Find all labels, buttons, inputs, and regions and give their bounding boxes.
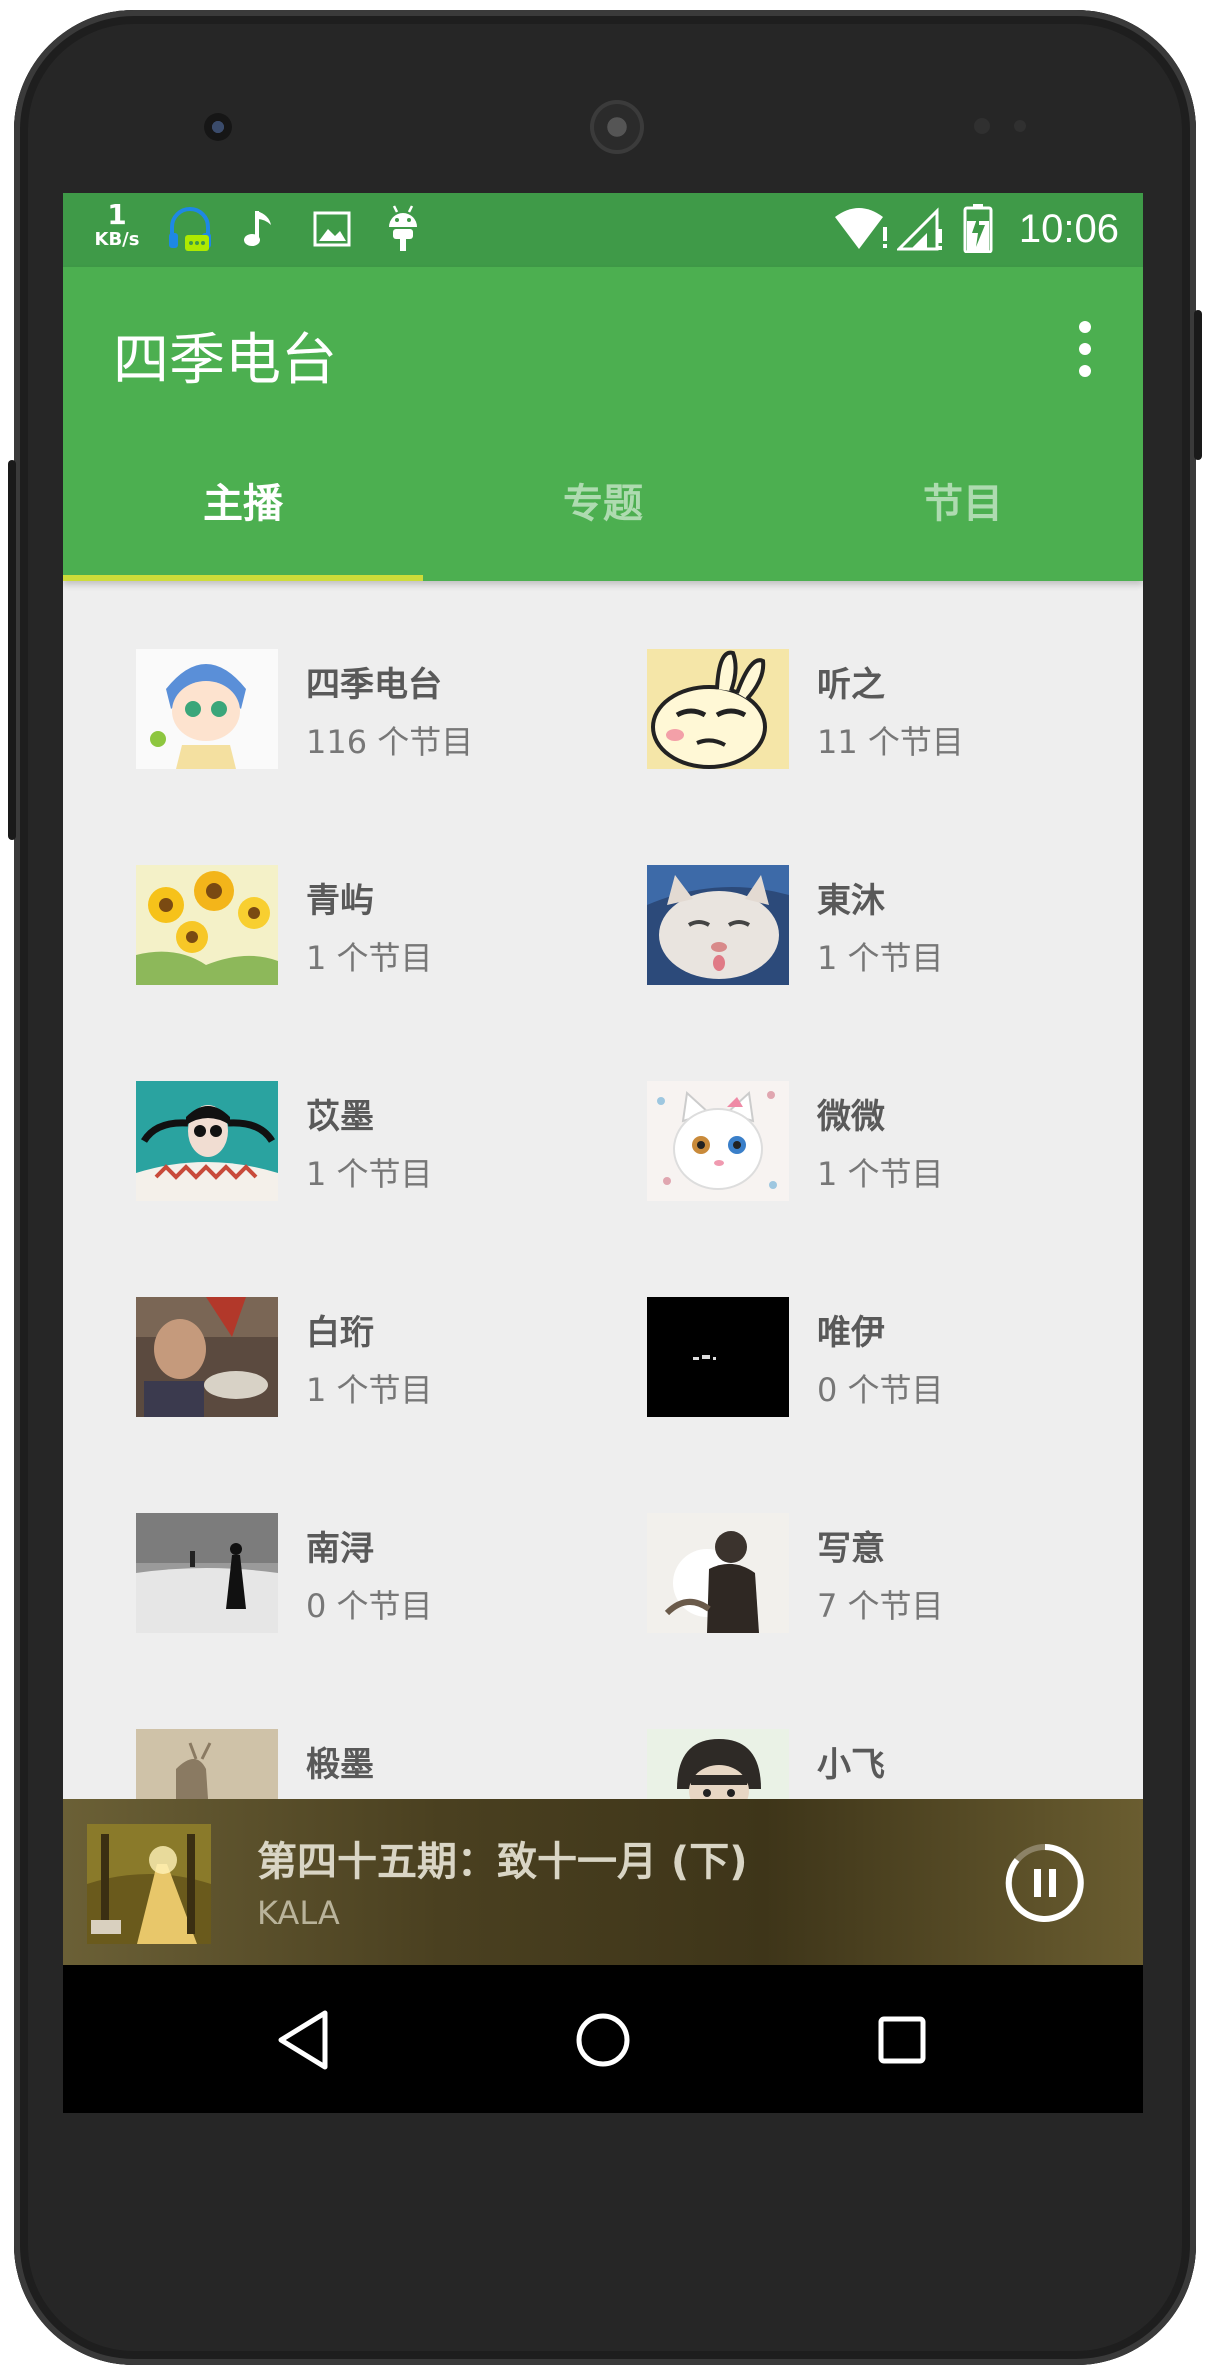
back-icon[interactable] bbox=[269, 2005, 339, 2075]
wifi-icon bbox=[835, 208, 887, 249]
music-note-icon bbox=[244, 211, 271, 246]
track-title: 第四十五期：致十一月 (下) bbox=[257, 1839, 748, 1885]
host-avatar bbox=[647, 1513, 789, 1633]
host-name: 苡墨 bbox=[306, 1097, 374, 1137]
host-name: 白珩 bbox=[306, 1313, 374, 1353]
host-card[interactable]: 唯伊 0 个节目 bbox=[647, 1297, 1127, 1437]
tab-bar: 主播 专题 节目 bbox=[63, 429, 1143, 581]
network-speed-value: 1 bbox=[107, 198, 127, 231]
host-name: 青屿 bbox=[306, 881, 374, 921]
host-program-count: 1 个节目 bbox=[306, 1371, 433, 1409]
album-art bbox=[87, 1824, 211, 1944]
volume-button bbox=[8, 460, 16, 840]
signal-icon bbox=[897, 207, 942, 251]
host-name: 小飞 bbox=[817, 1745, 885, 1785]
proximity-sensor bbox=[974, 118, 990, 134]
track-artist: KALA bbox=[257, 1894, 340, 1932]
host-avatar bbox=[647, 865, 789, 985]
tab-hosts[interactable]: 主播 bbox=[63, 429, 423, 581]
network-speed-unit: KB/s bbox=[94, 229, 140, 250]
mini-player[interactable]: 第四十五期：致十一月 (下) KALA bbox=[63, 1799, 1143, 1965]
host-name: 听之 bbox=[817, 665, 885, 705]
host-avatar bbox=[136, 649, 278, 769]
recents-icon[interactable] bbox=[867, 2005, 937, 2075]
host-card[interactable]: 四季电台 116 个节目 bbox=[136, 649, 616, 789]
host-program-count: 0 个节目 bbox=[306, 1587, 433, 1625]
host-name: 東沐 bbox=[817, 881, 885, 921]
host-avatar bbox=[647, 1081, 789, 1201]
front-camera bbox=[204, 113, 232, 141]
android-icon bbox=[389, 205, 417, 251]
host-avatar bbox=[647, 649, 789, 769]
host-card[interactable]: 東沐 1 个节目 bbox=[647, 865, 1127, 1005]
app-title: 四季电台 bbox=[113, 328, 337, 393]
host-card[interactable]: 苡墨 1 个节目 bbox=[136, 1081, 616, 1221]
status-bar: 1 KB/s 10:06 bbox=[63, 193, 1143, 267]
host-name: 唯伊 bbox=[817, 1313, 885, 1353]
host-card[interactable]: 白珩 1 个节目 bbox=[136, 1297, 616, 1437]
pause-icon[interactable] bbox=[1003, 1841, 1087, 1925]
tab-topics[interactable]: 专题 bbox=[423, 429, 783, 581]
host-card[interactable]: 听之 11 个节目 bbox=[647, 649, 1127, 789]
host-avatar bbox=[136, 865, 278, 985]
host-name: 写意 bbox=[817, 1529, 885, 1569]
host-program-count: 7 个节目 bbox=[817, 1587, 944, 1625]
host-program-count: 0 个节目 bbox=[817, 1371, 944, 1409]
host-program-count: 1 个节目 bbox=[817, 939, 944, 977]
host-program-count: 1 个节目 bbox=[306, 939, 433, 977]
image-icon bbox=[313, 211, 351, 247]
headset-icon bbox=[169, 207, 211, 251]
battery-icon bbox=[963, 204, 993, 253]
host-card[interactable]: 写意 7 个节目 bbox=[647, 1513, 1127, 1653]
app-bar: 四季电台 主播 专题 节目 bbox=[63, 267, 1143, 581]
host-name: 南浔 bbox=[306, 1529, 374, 1569]
host-name: 椴墨 bbox=[306, 1745, 374, 1785]
host-card[interactable]: 南浔 0 个节目 bbox=[136, 1513, 616, 1653]
host-card[interactable]: 微微 1 个节目 bbox=[647, 1081, 1127, 1221]
host-avatar bbox=[136, 1297, 278, 1417]
light-sensor bbox=[1014, 120, 1026, 132]
host-program-count: 11 个节目 bbox=[817, 723, 964, 761]
tab-programs[interactable]: 节目 bbox=[783, 429, 1143, 581]
host-avatar bbox=[647, 1297, 789, 1417]
network-speed: 1 KB/s bbox=[89, 201, 145, 249]
host-name: 四季电台 bbox=[306, 665, 442, 705]
app-screen: 1 KB/s 10:06 四季电台 主播 专题 节目 四季电台 116 个节目 … bbox=[63, 193, 1143, 2113]
host-avatar bbox=[136, 1081, 278, 1201]
host-avatar bbox=[136, 1513, 278, 1633]
power-button bbox=[1194, 310, 1202, 460]
host-name: 微微 bbox=[817, 1097, 885, 1137]
clock: 10:06 bbox=[1018, 207, 1119, 251]
host-program-count: 1 个节目 bbox=[306, 1155, 433, 1193]
home-icon[interactable] bbox=[568, 2005, 638, 2075]
overflow-menu-icon[interactable] bbox=[1073, 321, 1097, 377]
system-nav-bar bbox=[63, 1965, 1143, 2113]
host-program-count: 116 个节目 bbox=[306, 723, 474, 761]
host-program-count: 1 个节目 bbox=[817, 1155, 944, 1193]
earpiece-speaker bbox=[590, 100, 644, 154]
host-card[interactable]: 青屿 1 个节目 bbox=[136, 865, 616, 1005]
